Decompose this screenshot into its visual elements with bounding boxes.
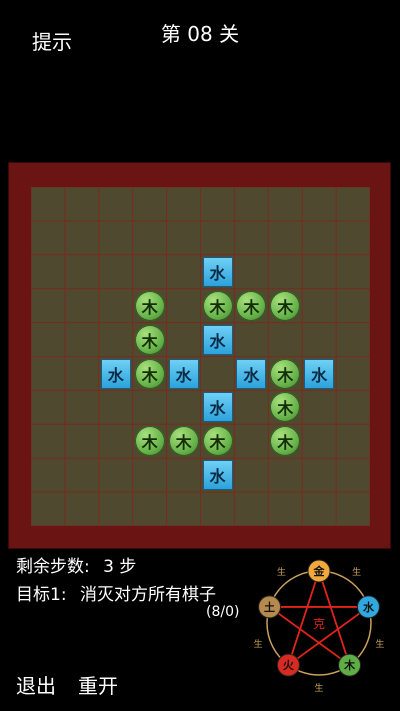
wood-piece[interactable]: 木 <box>201 289 235 323</box>
exit-button[interactable]: 退出 <box>16 670 56 699</box>
steps-row: 剩余步数: 3 步 <box>16 552 136 577</box>
water-piece[interactable]: 水 <box>234 357 268 391</box>
element-node-label: 金 <box>313 564 326 578</box>
wood-piece[interactable]: 木 <box>268 424 302 458</box>
game-board: 水木木木木木水水木水水木水水木木木木木水 <box>8 162 391 549</box>
wood-piece-label: 木 <box>202 290 233 321</box>
generate-label: 生 <box>277 566 286 578</box>
water-piece[interactable]: 水 <box>201 323 235 357</box>
element-node: 金 <box>307 559 331 583</box>
wood-piece-label: 木 <box>202 426 233 457</box>
wood-piece[interactable]: 木 <box>133 323 167 357</box>
water-piece-label: 水 <box>202 256 233 287</box>
wood-piece[interactable]: 木 <box>133 424 167 458</box>
steps-value: 3 步 <box>103 557 137 577</box>
wood-piece-label: 木 <box>270 426 301 457</box>
element-node: 火 <box>276 653 300 677</box>
wood-piece[interactable]: 木 <box>268 357 302 391</box>
level-title: 第 08 关 <box>160 22 240 46</box>
element-node: 木 <box>338 653 362 677</box>
steps-label: 剩余步数: <box>16 557 90 577</box>
water-piece-label: 水 <box>202 324 233 355</box>
generate-label: 生 <box>375 638 384 650</box>
water-piece[interactable]: 水 <box>167 357 201 391</box>
wood-piece[interactable]: 木 <box>234 289 268 323</box>
element-node: 土 <box>258 595 282 619</box>
water-piece-label: 水 <box>304 358 335 389</box>
water-piece[interactable]: 水 <box>99 357 133 391</box>
wood-piece-label: 木 <box>134 426 165 457</box>
wood-piece[interactable]: 木 <box>133 357 167 391</box>
water-piece[interactable]: 水 <box>302 357 336 391</box>
wood-piece-label: 木 <box>134 290 165 321</box>
water-piece-label: 水 <box>236 358 267 389</box>
wood-piece[interactable]: 木 <box>268 289 302 323</box>
element-node-label: 土 <box>264 600 275 614</box>
wood-piece[interactable]: 木 <box>167 424 201 458</box>
wood-piece-label: 木 <box>168 426 199 457</box>
generate-label: 生 <box>314 682 323 694</box>
water-piece-label: 水 <box>202 460 233 491</box>
generate-label: 生 <box>254 638 263 650</box>
five-elements-cycle: 克生生生生生 金水木火土 <box>254 559 384 694</box>
element-node-label: 火 <box>283 659 295 672</box>
restart-button[interactable]: 重开 <box>78 670 118 699</box>
center-label: 克 <box>313 617 325 631</box>
generate-label: 生 <box>352 566 361 578</box>
water-piece-label: 水 <box>100 358 131 389</box>
goal-label: 目标1: <box>16 585 67 605</box>
water-piece[interactable]: 水 <box>201 458 235 492</box>
water-piece-label: 水 <box>168 358 199 389</box>
wood-piece[interactable]: 木 <box>268 390 302 424</box>
water-piece[interactable]: 水 <box>201 255 235 289</box>
wood-piece[interactable]: 木 <box>201 424 235 458</box>
water-piece[interactable]: 水 <box>201 390 235 424</box>
wood-piece[interactable]: 木 <box>133 289 167 323</box>
wood-piece-label: 木 <box>270 358 301 389</box>
goal-progress: (8/0) <box>206 604 240 620</box>
wood-piece-label: 木 <box>270 392 301 423</box>
element-node-label: 水 <box>363 600 375 614</box>
element-node: 水 <box>356 595 380 619</box>
water-piece-label: 水 <box>202 392 233 423</box>
wood-piece-label: 木 <box>236 290 267 321</box>
goal-row: 目标1: 消灭对方所有棋子 <box>16 580 216 605</box>
wood-piece-label: 木 <box>134 358 165 389</box>
wood-piece-label: 木 <box>270 290 301 321</box>
goal-text: 消灭对方所有棋子 <box>79 585 216 605</box>
element-node-label: 木 <box>343 658 356 672</box>
wood-piece-label: 木 <box>134 324 165 355</box>
board-grid: 水木木木木木水水木水水木水水木木木木木水 <box>31 187 370 526</box>
